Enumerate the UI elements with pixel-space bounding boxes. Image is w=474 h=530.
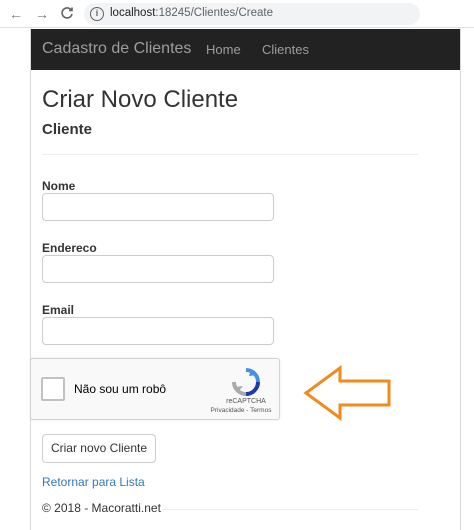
- navbar-brand[interactable]: Cadastro de Clientes: [42, 40, 191, 58]
- info-icon[interactable]: i: [90, 7, 104, 21]
- window-frame-right: [460, 28, 474, 530]
- nome-input[interactable]: [42, 193, 274, 221]
- url-text: localhost:18245/Clientes/Create: [110, 7, 274, 19]
- email-label: Email: [42, 303, 75, 317]
- footer-text: © 2018 - Macoratti.net: [42, 501, 161, 515]
- forward-arrow-icon[interactable]: →: [34, 6, 50, 22]
- nav-link-clientes[interactable]: Clientes: [262, 42, 309, 57]
- window-frame-left: [0, 28, 31, 530]
- reload-icon[interactable]: [59, 6, 75, 22]
- page-subtitle: Cliente: [42, 121, 93, 138]
- back-to-list-link[interactable]: Retornar para Lista: [42, 475, 145, 489]
- address-bar[interactable]: i localhost:18245/Clientes/Create: [84, 3, 420, 25]
- recaptcha-links[interactable]: Privacidade - Termos: [203, 407, 279, 414]
- endereco-label: Endereco: [42, 241, 97, 255]
- email-input[interactable]: [42, 317, 274, 345]
- divider: [42, 154, 418, 155]
- recaptcha-widget: Não sou um robô reCAPTCHA Privacidade - …: [30, 358, 280, 420]
- navbar: Cadastro de Clientes Home Clientes: [31, 29, 460, 70]
- recaptcha-checkbox[interactable]: [41, 377, 65, 401]
- recaptcha-brand: reCAPTCHA: [226, 398, 266, 405]
- page-title: Criar Novo Cliente: [42, 86, 239, 113]
- orange-arrow-icon: [303, 365, 391, 421]
- footer-divider: [162, 509, 418, 510]
- back-arrow-icon[interactable]: ←: [8, 6, 24, 22]
- endereco-input[interactable]: [42, 255, 274, 283]
- recaptcha-logo-icon: [232, 368, 260, 396]
- create-client-button[interactable]: Criar novo Cliente: [42, 434, 156, 463]
- browser-toolbar: ← → i localhost:18245/Clientes/Create: [0, 0, 474, 28]
- recaptcha-label: Não sou um robô: [74, 382, 167, 396]
- nome-label: Nome: [42, 179, 76, 193]
- nav-link-home[interactable]: Home: [206, 42, 241, 57]
